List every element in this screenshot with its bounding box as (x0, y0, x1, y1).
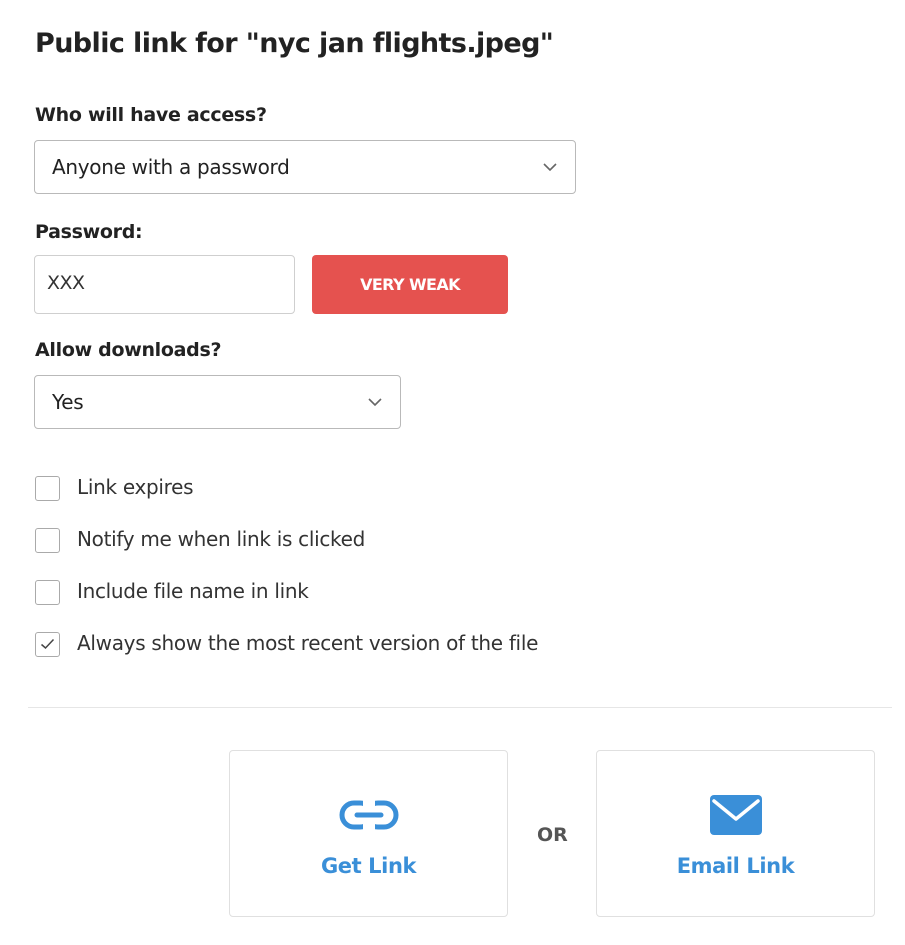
or-separator: OR (537, 824, 568, 846)
divider (28, 707, 892, 708)
option-label: Always show the most recent version of t… (77, 631, 539, 655)
checkbox[interactable] (35, 476, 60, 501)
password-field[interactable]: XXX (34, 255, 295, 314)
password-strength-badge: VERY WEAK (312, 255, 508, 314)
option-label: Link expires (77, 475, 194, 499)
access-label: Who will have access? (35, 104, 267, 126)
checkbox[interactable] (35, 580, 60, 605)
password-label: Password: (35, 221, 143, 243)
checkbox[interactable] (35, 632, 60, 657)
option-label: Include file name in link (77, 579, 309, 603)
checkmark-icon (41, 638, 55, 650)
access-select-value: Anyone with a password (52, 155, 290, 179)
dialog-title: Public link for "nyc jan flights.jpeg" (35, 28, 554, 59)
get-link-label: Get Link (320, 854, 417, 878)
email-link-button[interactable]: Email Link (596, 750, 875, 917)
get-link-button[interactable]: Get Link (229, 750, 508, 917)
chevron-down-icon (543, 163, 557, 172)
downloads-select-value: Yes (52, 390, 84, 414)
link-icon (339, 800, 398, 830)
envelope-icon (709, 795, 762, 835)
option-label: Notify me when link is clicked (77, 527, 366, 551)
checkbox[interactable] (35, 528, 60, 553)
password-value: XXX (47, 272, 85, 294)
downloads-label: Allow downloads? (35, 339, 222, 361)
chevron-down-icon (368, 398, 382, 407)
access-select[interactable]: Anyone with a password (34, 140, 576, 194)
email-link-label: Email Link (676, 854, 795, 878)
downloads-select[interactable]: Yes (34, 375, 401, 429)
